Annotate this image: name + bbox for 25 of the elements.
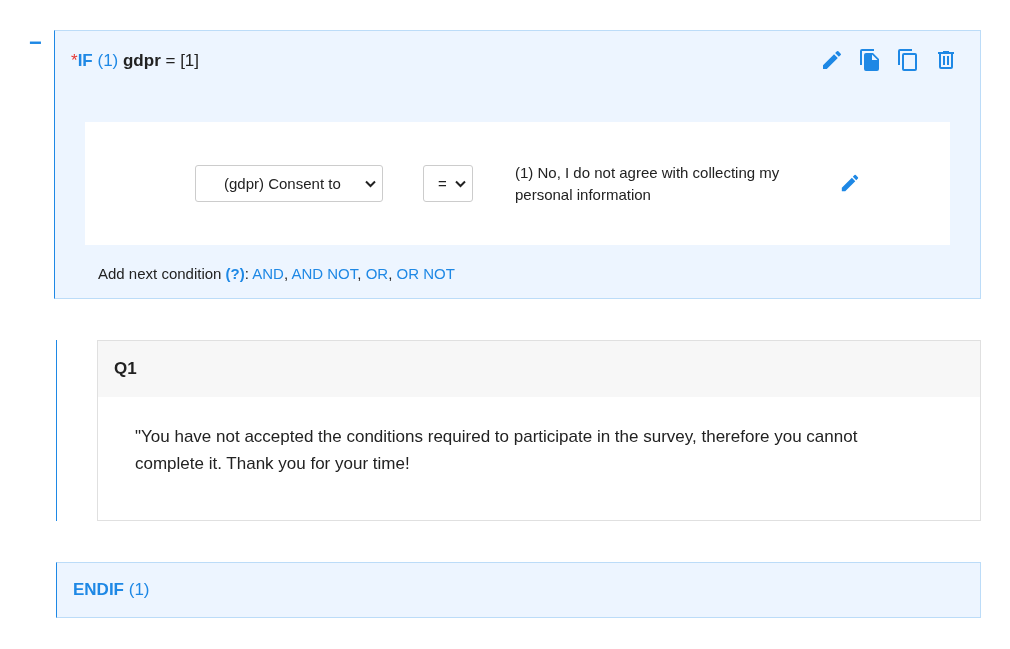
documents-icon	[859, 49, 881, 71]
condition-link[interactable]: AND NOT	[291, 265, 358, 282]
caret-icon	[365, 179, 376, 188]
separator-text: ,	[283, 265, 289, 282]
condition-link[interactable]: OR	[365, 265, 389, 282]
condition-link[interactable]: AND	[252, 265, 284, 282]
trash-icon	[935, 49, 957, 71]
answer-text: (1) No, I do not agree with collecting my personal information	[515, 162, 781, 205]
copy-button[interactable]	[896, 49, 920, 73]
endif-heading: ENDIF (1)	[73, 580, 150, 600]
separator-text: ,	[357, 265, 362, 282]
copy-icon	[897, 49, 919, 71]
help-link[interactable]: (?)	[225, 265, 245, 282]
pencil-icon	[821, 49, 843, 71]
collapse-button[interactable]: −	[29, 32, 54, 54]
add-condition-label: Add next condition (?):	[98, 265, 250, 282]
question-code: Q1	[98, 341, 980, 397]
caret-icon	[455, 179, 466, 188]
condition-heading: *IF (1) gdpr = [1]	[71, 51, 200, 71]
question-select[interactable]: (gdpr) Consent to	[195, 165, 383, 202]
condition-link[interactable]: OR NOT	[396, 265, 455, 282]
operator-select[interactable]: =	[423, 165, 473, 202]
pencil-icon	[840, 172, 860, 193]
separator-text: ,	[388, 265, 393, 282]
duplicate-button[interactable]	[858, 49, 882, 73]
